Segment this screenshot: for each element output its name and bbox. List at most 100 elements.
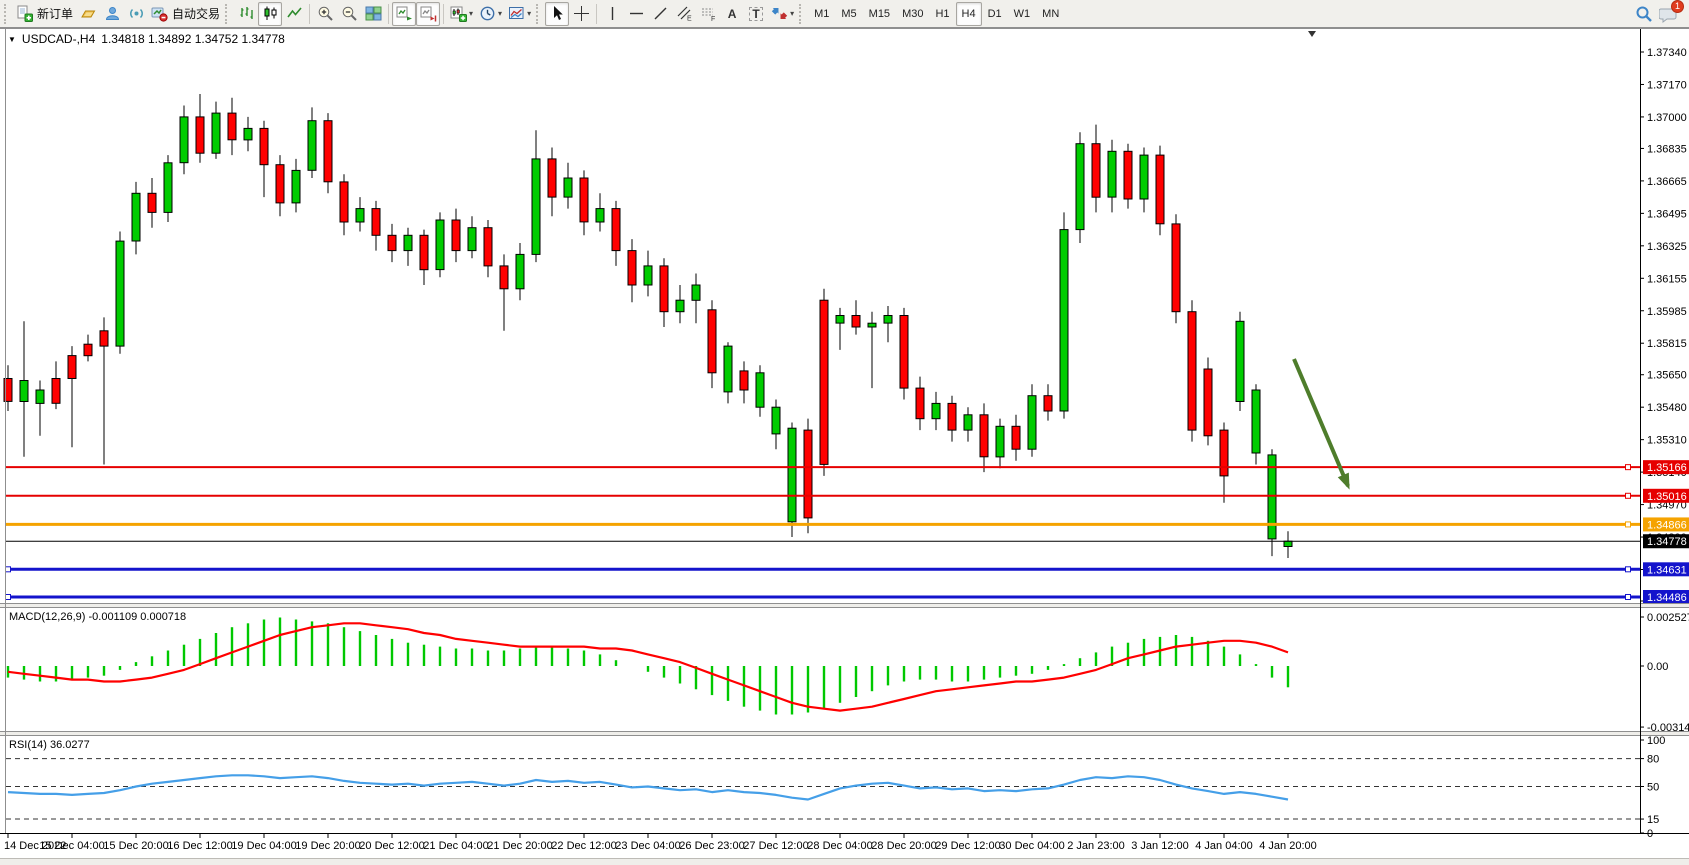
cursor-button[interactable] xyxy=(545,2,569,26)
svg-text:2 Jan 23:00: 2 Jan 23:00 xyxy=(1067,840,1125,852)
community-icon xyxy=(104,5,121,22)
svg-text:1.35985: 1.35985 xyxy=(1647,306,1687,318)
fibonacci-button[interactable]: F xyxy=(696,2,720,26)
svg-text:21 Dec 20:00: 21 Dec 20:00 xyxy=(487,840,552,852)
templates-button[interactable]: ▾ xyxy=(505,2,534,26)
svg-text:28 Dec 04:00: 28 Dec 04:00 xyxy=(807,840,872,852)
svg-text:1.34631: 1.34631 xyxy=(1647,564,1687,576)
vertical-line-icon xyxy=(604,5,621,22)
line-chart-button[interactable] xyxy=(282,2,306,26)
svg-text:19 Dec 20:00: 19 Dec 20:00 xyxy=(295,840,360,852)
tab-timeframe-m15[interactable]: M15 xyxy=(863,2,896,26)
toolbar-separator xyxy=(443,4,444,24)
svg-text:1.35480: 1.35480 xyxy=(1647,402,1687,414)
candlestick-chart-button[interactable] xyxy=(258,2,282,26)
tab-timeframe-d1[interactable]: D1 xyxy=(982,2,1008,26)
one-click-trading-icon[interactable]: ▼ xyxy=(8,35,16,44)
svg-text:22 Dec 12:00: 22 Dec 12:00 xyxy=(551,840,616,852)
ohlc-low: 1.34752 xyxy=(195,32,238,46)
macd-indicator-label: MACD(12,26,9) -0.001109 0.000718 xyxy=(9,611,186,623)
rsi-name: RSI(14) xyxy=(9,739,47,751)
svg-text:4 Jan 04:00: 4 Jan 04:00 xyxy=(1195,840,1253,852)
svg-text:E: E xyxy=(687,16,692,23)
auto-scroll-icon xyxy=(396,5,413,22)
svg-text:16 Dec 12:00: 16 Dec 12:00 xyxy=(167,840,232,852)
equidistant-channel-button[interactable]: E xyxy=(672,2,696,26)
new-chart-button[interactable]: ▾ xyxy=(447,2,476,26)
line-chart-icon xyxy=(286,5,303,22)
tab-timeframe-m30[interactable]: M30 xyxy=(896,2,929,26)
arrows-button[interactable]: ▾ xyxy=(768,2,797,26)
ohlc-high: 1.34892 xyxy=(148,32,191,46)
svg-text:1.35650: 1.35650 xyxy=(1647,370,1687,382)
horizontal-line-icon xyxy=(628,5,645,22)
mt4-window: 新订单 自动交易 xyxy=(0,0,1689,865)
tab-timeframe-mn[interactable]: MN xyxy=(1036,2,1065,26)
zoom-out-icon xyxy=(341,5,358,22)
vertical-line-button[interactable] xyxy=(600,2,624,26)
zoom-out-button[interactable] xyxy=(337,2,361,26)
svg-text:0.00: 0.00 xyxy=(1647,661,1668,673)
gold-button[interactable] xyxy=(76,2,100,26)
community-button[interactable] xyxy=(100,2,124,26)
toolbar-grip[interactable] xyxy=(4,4,9,24)
svg-text:1.36665: 1.36665 xyxy=(1647,176,1687,188)
tab-timeframe-m5[interactable]: M5 xyxy=(835,2,862,26)
toolbar-grip[interactable] xyxy=(225,4,230,24)
svg-text:23 Dec 04:00: 23 Dec 04:00 xyxy=(615,840,680,852)
svg-text:4 Jan 20:00: 4 Jan 20:00 xyxy=(1259,840,1317,852)
search-icon xyxy=(1635,5,1653,23)
toolbar-grip[interactable] xyxy=(536,4,541,24)
text-button[interactable]: A xyxy=(720,2,744,26)
svg-text:20 Dec 12:00: 20 Dec 12:00 xyxy=(359,840,424,852)
macd-name: MACD(12,26,9) xyxy=(9,611,85,623)
svg-text:80: 80 xyxy=(1647,754,1659,766)
svg-text:30 Dec 04:00: 30 Dec 04:00 xyxy=(999,840,1064,852)
trendline-button[interactable] xyxy=(648,2,672,26)
tab-timeframe-w1[interactable]: W1 xyxy=(1008,2,1037,26)
svg-text:15 Dec 20:00: 15 Dec 20:00 xyxy=(103,840,168,852)
chevron-down-icon: ▾ xyxy=(527,9,531,18)
crosshair-button[interactable] xyxy=(569,2,593,26)
signals-button[interactable] xyxy=(124,2,148,26)
new-order-button[interactable]: 新订单 xyxy=(13,2,76,26)
text-label-button[interactable]: T xyxy=(744,2,768,26)
svg-text:-0.003149: -0.003149 xyxy=(1647,722,1689,734)
macd-signal-value: 0.000718 xyxy=(140,611,186,623)
gold-icon xyxy=(80,5,97,22)
trendline-icon xyxy=(652,5,669,22)
crosshair-icon xyxy=(573,5,590,22)
tile-windows-button[interactable] xyxy=(361,2,385,26)
horizontal-line-button[interactable] xyxy=(624,2,648,26)
tab-timeframe-h1[interactable]: H1 xyxy=(929,2,955,26)
macd-main-value: -0.001109 xyxy=(88,611,137,623)
svg-text:29 Dec 12:00: 29 Dec 12:00 xyxy=(935,840,1000,852)
chart-shift-icon xyxy=(420,5,437,22)
chat-button[interactable]: 1 xyxy=(1656,2,1681,26)
svg-text:15: 15 xyxy=(1647,814,1659,826)
chart-title: ▼ USDCAD-,H4 1.34818 1.34892 1.34752 1.3… xyxy=(8,32,285,46)
templates-icon xyxy=(508,5,525,22)
svg-text:26 Dec 23:00: 26 Dec 23:00 xyxy=(679,840,744,852)
autotrading-label: 自动交易 xyxy=(172,5,220,22)
svg-text:1.37340: 1.37340 xyxy=(1647,47,1687,59)
search-button[interactable] xyxy=(1632,2,1656,26)
price-chart-canvas[interactable]: 1.373401.371701.370001.368351.366651.364… xyxy=(0,28,1689,858)
svg-text:1.36835: 1.36835 xyxy=(1647,143,1687,155)
toolbar-separator xyxy=(309,4,310,24)
bar-chart-button[interactable] xyxy=(234,2,258,26)
bar-chart-icon xyxy=(238,5,255,22)
autotrading-button[interactable]: 自动交易 xyxy=(148,2,223,26)
svg-text:50: 50 xyxy=(1647,782,1659,794)
chart-shift-button[interactable] xyxy=(416,2,440,26)
zoom-in-button[interactable] xyxy=(313,2,337,26)
svg-text:1.34486: 1.34486 xyxy=(1647,592,1687,604)
auto-scroll-button[interactable] xyxy=(392,2,416,26)
toolbar-grip[interactable] xyxy=(799,4,804,24)
tab-timeframe-h4[interactable]: H4 xyxy=(956,2,982,26)
svg-text:1.37170: 1.37170 xyxy=(1647,79,1687,91)
period-button[interactable]: ▾ xyxy=(476,2,505,26)
chevron-down-icon: ▾ xyxy=(790,9,794,18)
tab-timeframe-m1[interactable]: M1 xyxy=(808,2,835,26)
cursor-icon xyxy=(549,5,566,22)
